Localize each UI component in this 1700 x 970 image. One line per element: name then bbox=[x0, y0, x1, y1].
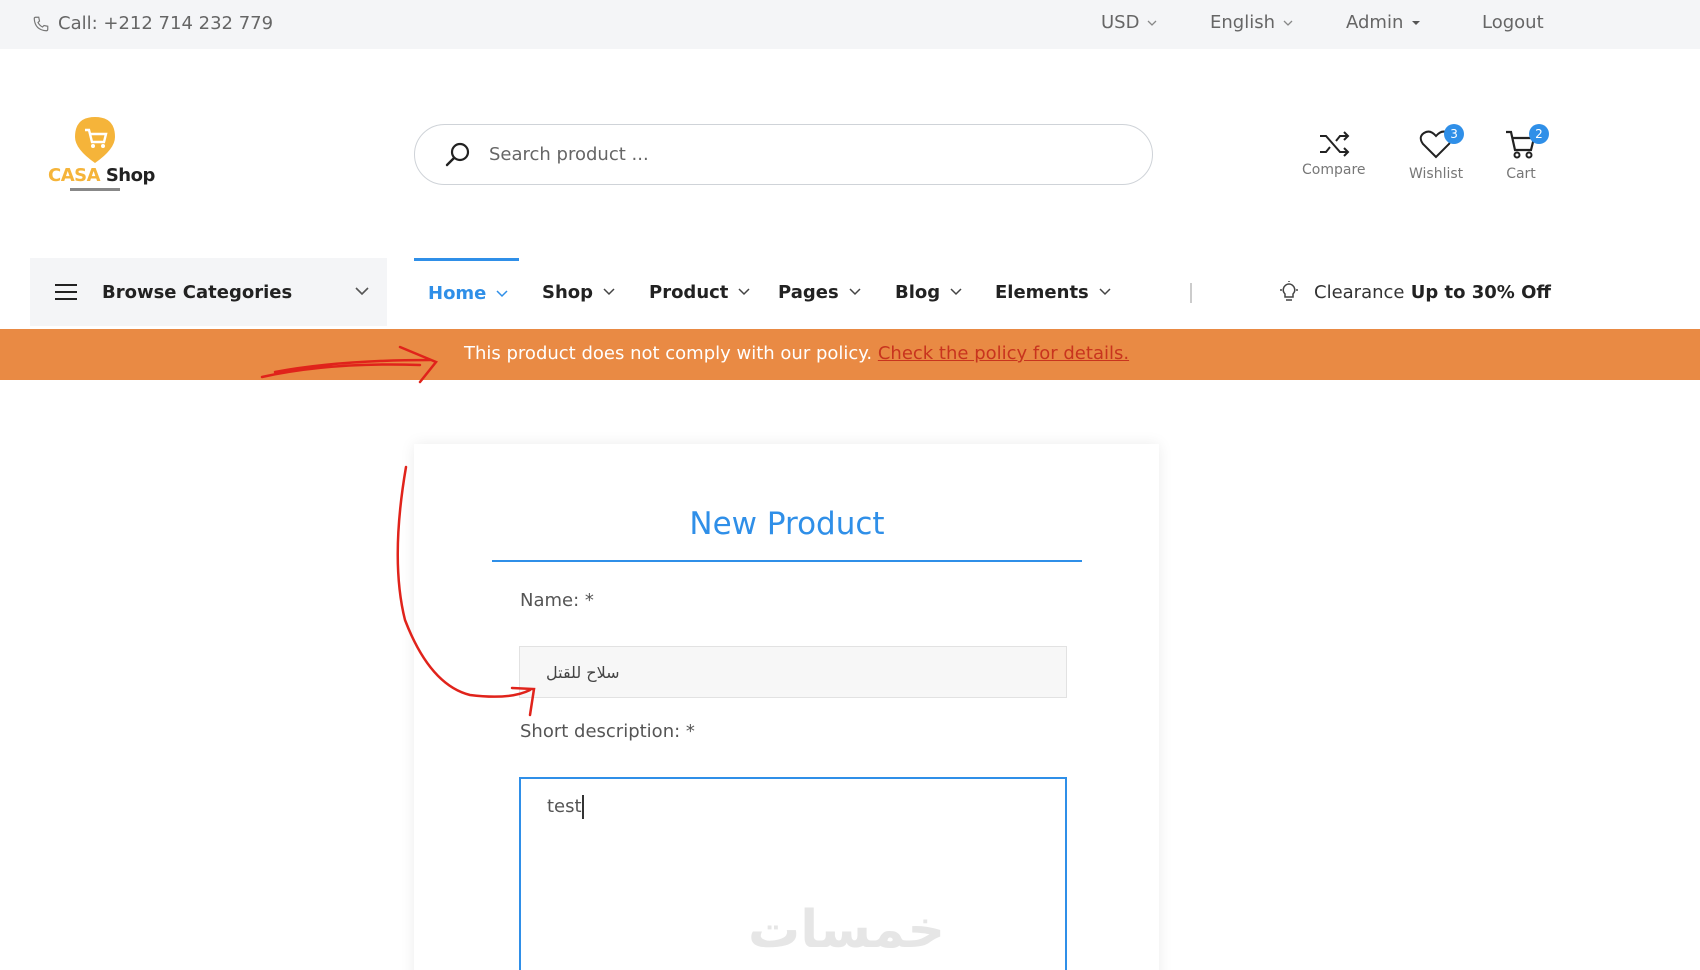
logo-text: CASA Shop bbox=[48, 165, 155, 186]
wishlist-button[interactable]: 3 Wishlist bbox=[1409, 124, 1465, 182]
chevron-down-icon bbox=[496, 289, 508, 297]
chevron-down-icon bbox=[1099, 288, 1111, 296]
nav-item-pages[interactable]: Pages bbox=[778, 258, 861, 326]
name-field-value: سلاح للقتل bbox=[546, 662, 620, 682]
watermark-logo: خمسات bbox=[748, 900, 946, 960]
hamburger-menu-icon bbox=[55, 284, 77, 300]
compare-label: Compare bbox=[1302, 162, 1366, 178]
policy-alert-banner: This product does not comply with our po… bbox=[0, 329, 1700, 380]
short-description-label: Short description: * bbox=[520, 721, 695, 742]
chevron-down-icon bbox=[603, 288, 615, 296]
clearance-text: Clearance Up to 30% Off bbox=[1314, 282, 1551, 303]
language-selector[interactable]: English bbox=[1210, 12, 1293, 33]
clearance-prefix: Clearance bbox=[1314, 281, 1405, 303]
nav-item-label: Elements bbox=[995, 281, 1089, 303]
compare-button[interactable]: Compare bbox=[1302, 126, 1366, 178]
nav-item-product[interactable]: Product bbox=[649, 258, 750, 326]
logout-link[interactable]: Logout bbox=[1482, 12, 1544, 33]
logo-cart-pin-icon bbox=[75, 117, 115, 163]
shuffle-icon bbox=[1319, 131, 1350, 157]
text-cursor bbox=[581, 795, 584, 819]
policy-details-link[interactable]: Check the policy for details. bbox=[878, 343, 1129, 364]
nav-item-shop[interactable]: Shop bbox=[542, 258, 615, 326]
currency-label: USD bbox=[1101, 12, 1140, 33]
search-input[interactable] bbox=[489, 144, 1089, 165]
form-title: New Product bbox=[492, 506, 1082, 562]
browse-categories-button[interactable]: Browse Categories bbox=[30, 258, 387, 326]
logo-casa: CASA bbox=[48, 165, 101, 186]
nav-item-label: Pages bbox=[778, 281, 839, 303]
cart-count-badge: 2 bbox=[1529, 124, 1549, 144]
name-field[interactable]: سلاح للقتل bbox=[519, 646, 1067, 698]
logout-label: Logout bbox=[1482, 12, 1544, 33]
wishlist-count-badge: 3 bbox=[1444, 124, 1465, 144]
nav-item-label: Blog bbox=[895, 281, 941, 303]
chevron-down-icon bbox=[738, 288, 750, 296]
chevron-down-icon bbox=[1148, 20, 1157, 26]
browse-categories-label: Browse Categories bbox=[102, 281, 293, 303]
wishlist-label: Wishlist bbox=[1409, 166, 1464, 182]
chevron-down-icon bbox=[950, 288, 962, 296]
currency-selector[interactable]: USD bbox=[1101, 12, 1157, 33]
nav-divider bbox=[1190, 283, 1192, 303]
chevron-down-icon bbox=[1283, 20, 1293, 26]
caret-down-icon bbox=[1412, 20, 1421, 25]
logo[interactable]: CASA Shop bbox=[48, 115, 158, 195]
account-label: Admin bbox=[1346, 12, 1404, 33]
description-field-value: test bbox=[547, 796, 582, 817]
nav-item-blog[interactable]: Blog bbox=[895, 258, 962, 326]
alert-text: This product does not comply with our po… bbox=[464, 343, 878, 364]
nav-item-label: Shop bbox=[542, 281, 594, 303]
search-bar bbox=[414, 124, 1153, 185]
nav-item-home[interactable]: Home bbox=[414, 258, 519, 326]
account-menu[interactable]: Admin bbox=[1346, 12, 1421, 33]
alert-message: This product does not comply with our po… bbox=[464, 343, 1129, 364]
top-bar: Call: +212 714 232 779 USD English Admin… bbox=[0, 0, 1700, 49]
clearance-highlight: Up to 30% Off bbox=[1404, 281, 1551, 303]
call-info[interactable]: Call: +212 714 232 779 bbox=[32, 13, 273, 34]
language-label: English bbox=[1210, 12, 1275, 33]
logo-tagline bbox=[70, 188, 120, 191]
cart-button[interactable]: 2 Cart bbox=[1503, 124, 1549, 182]
nav-item-label: Home bbox=[428, 283, 487, 304]
new-product-form: New Product Name: * سلاح للقتل Short des… bbox=[414, 444, 1159, 970]
cart-label: Cart bbox=[1506, 166, 1536, 182]
chevron-down-icon bbox=[355, 287, 369, 296]
phone-icon bbox=[33, 16, 49, 31]
name-label: Name: * bbox=[520, 590, 594, 611]
nav-item-elements[interactable]: Elements bbox=[995, 258, 1111, 326]
chevron-down-icon bbox=[849, 288, 861, 296]
lightbulb-icon bbox=[1280, 281, 1298, 301]
nav-item-label: Product bbox=[649, 281, 729, 303]
search-icon[interactable] bbox=[443, 140, 473, 170]
logo-shop: Shop bbox=[100, 165, 156, 186]
clearance-promo[interactable]: Clearance Up to 30% Off bbox=[1278, 281, 1551, 303]
call-text: Call: +212 714 232 779 bbox=[58, 13, 274, 34]
